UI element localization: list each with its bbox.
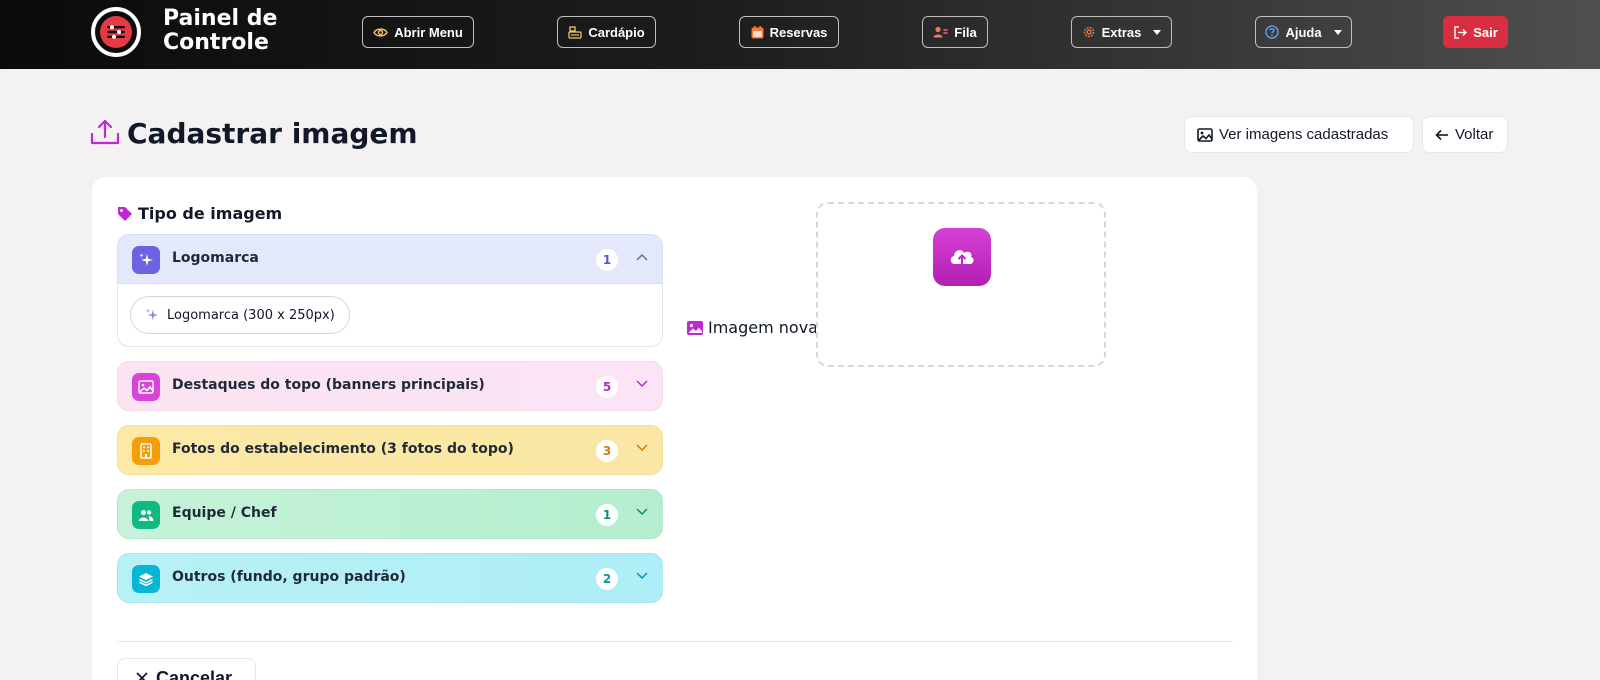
chevron-down-icon	[636, 444, 648, 452]
cloud-upload-icon	[950, 250, 974, 267]
page-title: Cadastrar imagem	[127, 117, 418, 150]
chevron-up-icon	[636, 253, 648, 261]
image-dropzone[interactable]	[816, 202, 1106, 367]
caret-down-icon	[1153, 29, 1162, 35]
cancel-button[interactable]: Cancelar	[117, 658, 256, 680]
accordion-destaques[interactable]: Destaques do topo (banners principais) 5	[117, 361, 663, 411]
layers-icon	[132, 565, 160, 593]
view-images-label: Ver imagens cadastradas	[1219, 126, 1389, 143]
extras-dropdown[interactable]: Extras	[1071, 16, 1172, 48]
eye-icon	[373, 27, 388, 37]
image-type-title: Tipo de imagem	[138, 204, 283, 223]
logomarca-option-chip[interactable]: Logomarca (300 x 250px)	[130, 296, 350, 334]
menu-label: Cardápio	[588, 24, 645, 40]
reservations-label: Reservas	[769, 24, 828, 40]
queue-button[interactable]: Fila	[922, 16, 988, 48]
chevron-down-icon	[636, 572, 648, 580]
count-badge: 5	[596, 376, 618, 398]
utensils-icon	[107, 25, 125, 39]
brand-title: Painel de Controle	[163, 6, 278, 55]
open-menu-label: Abrir Menu	[394, 24, 463, 40]
image-type-heading: Tipo de imagem	[117, 204, 282, 223]
brand-logo[interactable]	[91, 7, 141, 57]
logout-label: Sair	[1473, 24, 1498, 40]
cancel-label: Cancelar	[156, 667, 233, 680]
tag-icon	[118, 206, 132, 221]
accordion-outros[interactable]: Outros (fundo, grupo padrão) 2	[117, 553, 663, 603]
count-badge: 1	[596, 249, 618, 271]
users-icon	[132, 501, 160, 529]
help-dropdown[interactable]: Ajuda	[1255, 16, 1352, 48]
logout-icon	[1454, 25, 1468, 39]
chevron-down-icon	[636, 380, 648, 388]
back-button[interactable]: Voltar	[1422, 116, 1508, 153]
accordion-logomarca[interactable]: Logomarca 1	[117, 234, 663, 284]
cash-register-icon	[568, 25, 582, 39]
accordion-label: Equipe / Chef	[172, 505, 277, 521]
question-circle-icon	[1265, 25, 1280, 39]
reservations-button[interactable]: Reservas	[739, 16, 839, 48]
accordion-label: Fotos do estabelecimento (3 fotos do top…	[172, 441, 514, 457]
help-label: Ajuda	[1285, 24, 1322, 40]
chevron-down-icon	[636, 508, 648, 516]
upload-button[interactable]	[933, 228, 991, 286]
accordion-label: Logomarca	[172, 250, 259, 266]
image-icon	[132, 373, 160, 401]
top-navbar: Painel de Controle Abrir Menu Cardápio R…	[0, 0, 1600, 69]
new-image-text: Imagem nova	[708, 318, 818, 337]
open-menu-button[interactable]: Abrir Menu	[362, 16, 474, 48]
logomarca-option-label: Logomarca (300 x 250px)	[167, 307, 335, 323]
image-icon	[687, 320, 703, 335]
accordion-body-logomarca: Logomarca (300 x 250px)	[117, 284, 663, 347]
divider	[117, 641, 1233, 642]
accordion-label: Outros (fundo, grupo padrão)	[172, 569, 406, 585]
caret-down-icon	[1333, 29, 1342, 35]
gear-icon	[1083, 26, 1094, 38]
back-label: Voltar	[1455, 126, 1494, 143]
count-badge: 2	[596, 568, 618, 590]
upload-icon	[90, 119, 120, 145]
count-badge: 3	[596, 440, 618, 462]
menu-button[interactable]: Cardápio	[557, 16, 656, 48]
new-image-label: Imagem nova	[686, 318, 818, 337]
building-icon	[132, 437, 160, 465]
images-icon	[1197, 127, 1213, 142]
arrow-left-icon	[1435, 129, 1448, 140]
extras-label: Extras	[1101, 24, 1142, 40]
logout-button[interactable]: Sair	[1443, 16, 1508, 48]
queue-label: Fila	[954, 24, 977, 40]
accordion-fotos[interactable]: Fotos do estabelecimento (3 fotos do top…	[117, 425, 663, 475]
accordion-equipe[interactable]: Equipe / Chef 1	[117, 489, 663, 539]
close-icon	[136, 672, 148, 680]
sparkles-icon	[132, 246, 160, 274]
calendar-icon	[751, 25, 764, 38]
sparkles-icon	[146, 308, 159, 321]
count-badge: 1	[596, 504, 618, 526]
view-images-button[interactable]: Ver imagens cadastradas	[1184, 116, 1414, 153]
user-list-icon	[933, 26, 948, 38]
accordion-label: Destaques do topo (banners principais)	[172, 377, 485, 393]
